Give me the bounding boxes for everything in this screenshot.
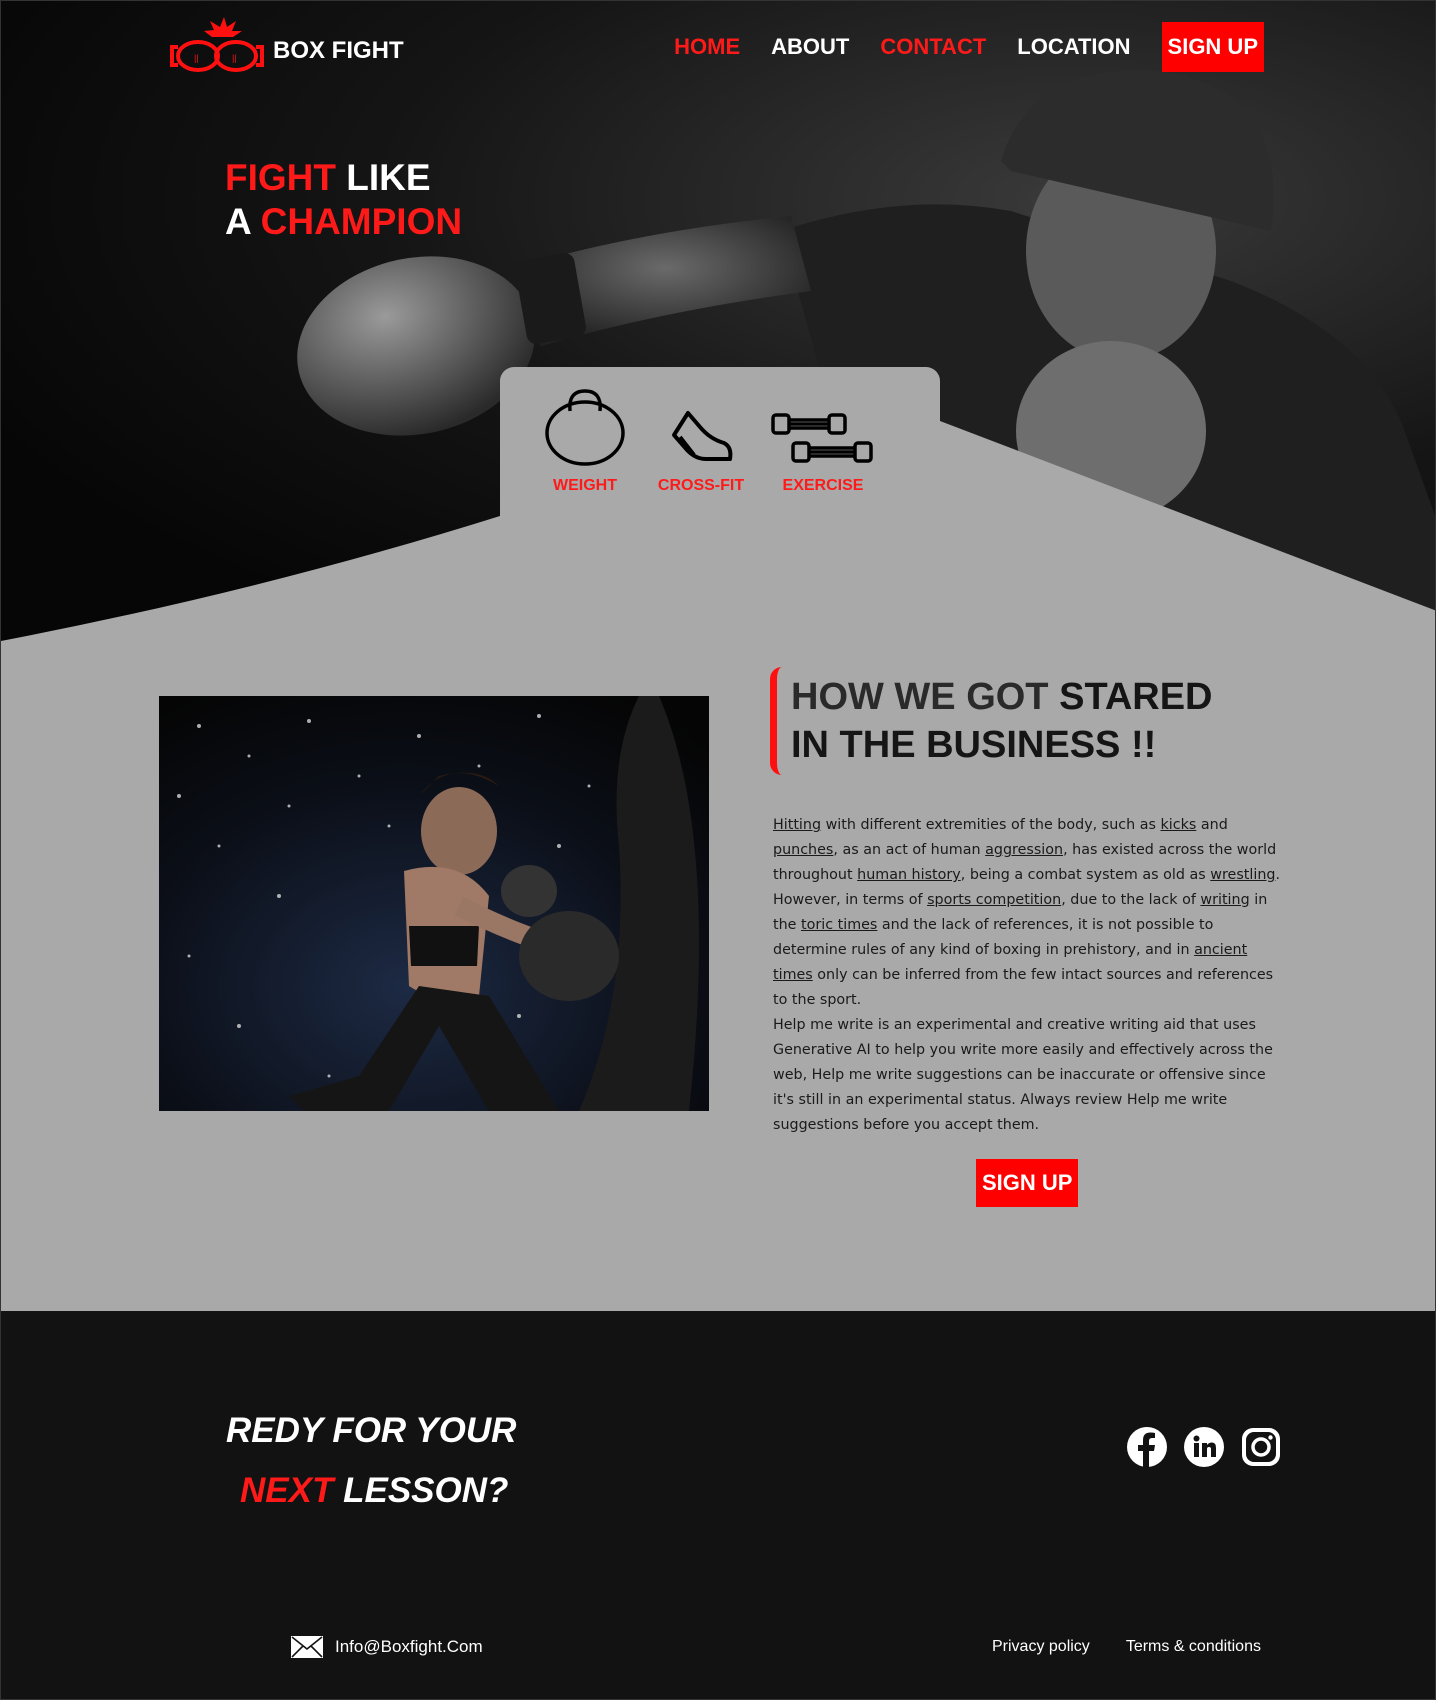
facebook-icon[interactable]: [1126, 1426, 1168, 1468]
link-kicks[interactable]: kicks: [1160, 817, 1196, 833]
feature-crossfit[interactable]: CROSS-FIT: [636, 367, 766, 495]
text: , as an act of human: [833, 842, 986, 858]
about-title-part2: STARED: [1059, 676, 1213, 718]
feature-crossfit-label: CROSS-FIT: [657, 477, 745, 494]
boxer-training-photo: [159, 696, 709, 1111]
link-toric-times[interactable]: toric times: [801, 917, 877, 933]
feature-weight-label: WEIGHT: [553, 477, 617, 494]
footer-email-text: Info@Boxfight.Com: [335, 1637, 483, 1656]
kettlebell-icon: [545, 389, 625, 466]
footer-cta: REDY FOR YOUR NEXT LESSON?: [226, 1401, 516, 1521]
instagram-icon[interactable]: [1240, 1426, 1282, 1468]
cta-word-next: NEXT: [240, 1471, 334, 1510]
text: , being a combat system as old as: [960, 867, 1211, 883]
sneaker-icon: [672, 411, 733, 461]
privacy-policy-link[interactable]: Privacy policy: [992, 1638, 1090, 1656]
text: only can be inferred from the few intact…: [773, 967, 1274, 1008]
feature-exercise[interactable]: EXERCISE: [758, 367, 888, 495]
footer-links: Privacy policy Terms & conditions: [992, 1638, 1297, 1656]
social-links: [1126, 1426, 1297, 1468]
features-panel: WEIGHT CROSS-FIT EXERCISE: [500, 367, 940, 517]
about-paragraph-1: Hitting with different extremities of th…: [773, 813, 1283, 1013]
about-paragraph-2: Help me write is an experimental and cre…: [773, 1017, 1273, 1133]
cta-word-lesson: LESSON?: [343, 1471, 509, 1510]
link-wrestling[interactable]: wrestling: [1210, 867, 1275, 883]
page: || || BOX FIGHT HOME ABOUT CONTACT LOCAT…: [0, 0, 1436, 1700]
heading-accent-bracket: [770, 667, 791, 775]
about-title-part1: HOW WE GOT: [791, 676, 1049, 718]
link-human-history[interactable]: human history: [857, 867, 961, 883]
text: and: [1196, 817, 1228, 833]
about-title-line2: IN THE BUSINESS !!: [791, 724, 1157, 766]
envelope-icon: [291, 1636, 323, 1658]
link-punches[interactable]: punches: [773, 842, 833, 858]
footer-email[interactable]: Info@Boxfight.Com: [291, 1636, 483, 1658]
hero-divider-shape: [1, 367, 1435, 701]
link-hitting[interactable]: Hitting: [773, 817, 821, 833]
feature-weight[interactable]: WEIGHT: [520, 367, 650, 495]
link-aggression[interactable]: aggression: [985, 842, 1063, 858]
cta-line-1: REDY FOR YOUR: [226, 1411, 517, 1450]
terms-link[interactable]: Terms & conditions: [1126, 1638, 1261, 1656]
text: , due to the lack of: [1061, 892, 1201, 908]
link-writing[interactable]: writing: [1200, 892, 1249, 908]
text: with different extremities of the body, …: [821, 817, 1161, 833]
dumbbells-icon: [771, 413, 873, 463]
linkedin-icon[interactable]: [1183, 1426, 1225, 1468]
feature-exercise-label: EXERCISE: [782, 477, 864, 494]
about-signup-button[interactable]: SIGN UP: [976, 1159, 1079, 1207]
link-sports-competition[interactable]: sports competition: [927, 892, 1061, 908]
footer: REDY FOR YOUR NEXT LESSON? Info@Boxfight…: [1, 1311, 1435, 1699]
